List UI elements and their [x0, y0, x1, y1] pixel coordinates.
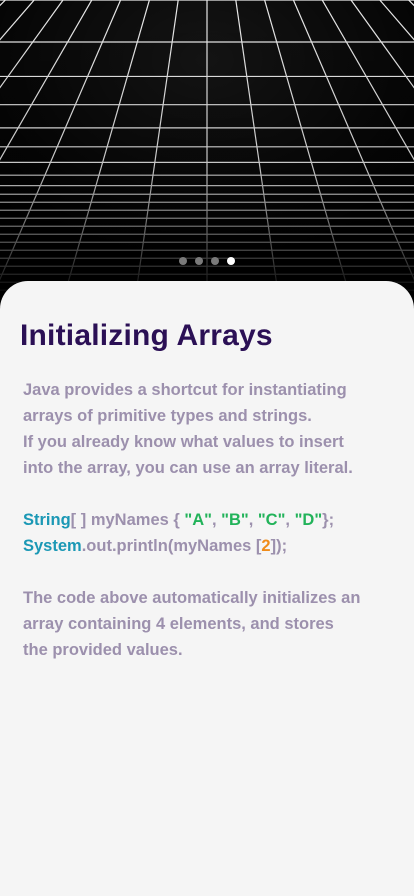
code-declaration: myNames { — [86, 511, 185, 529]
page-indicator[interactable] — [0, 257, 414, 265]
page-dot[interactable] — [227, 257, 235, 265]
page-dot[interactable] — [179, 257, 187, 265]
code-type-keyword: String — [23, 511, 71, 529]
hero-grid-image — [0, 0, 414, 300]
lesson-body: Java provides a shortcut for instantiati… — [23, 377, 363, 663]
code-index-number: 2 — [261, 537, 271, 555]
code-separator: , — [211, 511, 222, 529]
code-class-keyword: System — [23, 537, 82, 555]
lesson-card: Initializing Arrays Java provides a shor… — [0, 281, 414, 896]
intro-paragraph-1: Java provides a shortcut for instantiati… — [23, 381, 347, 425]
code-separator: , — [285, 511, 295, 529]
page-dot[interactable] — [211, 257, 219, 265]
lesson-screen: Initializing Arrays Java provides a shor… — [0, 0, 414, 896]
perspective-grid-graphic — [0, 0, 414, 300]
code-string-d: "D" — [294, 511, 323, 529]
lesson-title: Initializing Arrays — [20, 319, 273, 352]
outro-paragraph: The code above automatically initializes… — [23, 589, 361, 659]
code-string-b: "B" — [221, 511, 249, 529]
code-separator: , — [248, 511, 258, 529]
code-brackets: [ ] — [70, 511, 87, 529]
code-method-call: .out.println(myNames [ — [81, 537, 262, 555]
intro-paragraph-2: If you already know what values to inser… — [23, 433, 353, 477]
code-line-2: System.out.println(myNames [2]); — [23, 533, 363, 559]
code-string-c: "C" — [257, 511, 286, 529]
code-line-end: ]); — [270, 537, 288, 555]
code-line-1: String[ ] myNames { "A", "B", "C", "D"}; — [23, 507, 363, 533]
code-line-end: }; — [322, 511, 335, 529]
page-dot[interactable] — [195, 257, 203, 265]
code-string-a: "A" — [184, 511, 212, 529]
